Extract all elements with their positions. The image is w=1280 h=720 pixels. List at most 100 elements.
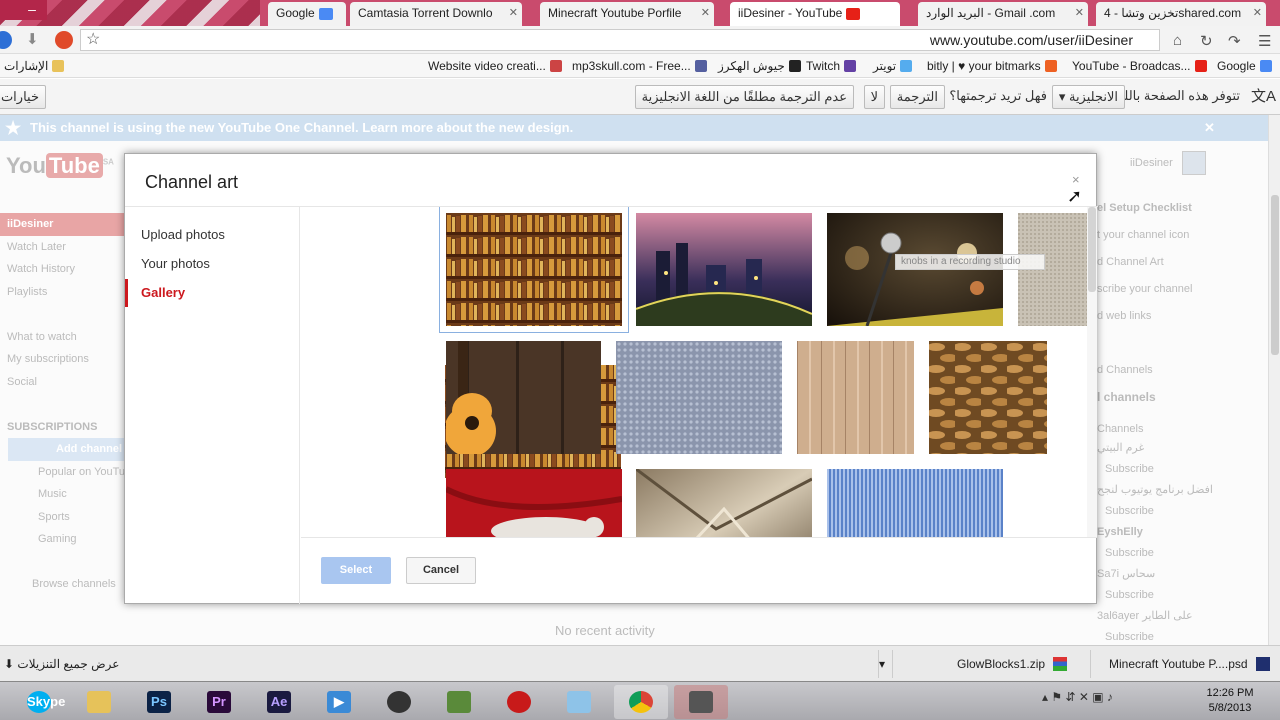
guide-item[interactable]: My subscriptions bbox=[0, 348, 125, 371]
download-icon[interactable]: ⬇ bbox=[26, 30, 39, 48]
channel-name[interactable]: Sa7i سحاس bbox=[1097, 565, 1217, 583]
nav-your-photos[interactable]: Your photos bbox=[141, 256, 210, 271]
taskbar-notes[interactable] bbox=[552, 685, 606, 719]
tab-camtasia[interactable]: Camtasia Torrent Downlo ✕ bbox=[350, 2, 522, 26]
youtube-logo[interactable]: You Tube SA bbox=[6, 153, 114, 179]
taskbar-clock[interactable]: 12:26 PM 5/8/2013 bbox=[1200, 686, 1260, 716]
cancel-button[interactable]: Cancel bbox=[406, 557, 476, 584]
taskbar-photoshop[interactable]: Ps bbox=[132, 685, 186, 719]
subscribe-button[interactable]: Subscribe bbox=[1097, 541, 1217, 565]
bookmark-item[interactable]: Twitch bbox=[806, 54, 857, 78]
bookmark-item[interactable]: Google bbox=[1217, 54, 1272, 78]
bookmark-item[interactable]: mp3skull.com - Free... bbox=[572, 54, 707, 78]
thumb-wood-planks[interactable] bbox=[797, 341, 914, 454]
scrollbar-thumb[interactable] bbox=[1271, 195, 1279, 355]
tab-youtube-active[interactable]: iiDesiner - YouTube bbox=[730, 2, 900, 26]
bookmark-item[interactable]: Website video creati... bbox=[428, 54, 562, 78]
nav-upload-photos[interactable]: Upload photos bbox=[141, 227, 225, 242]
tab-minecraft[interactable]: Minecraft Youtube Porfile ✕ bbox=[540, 2, 714, 26]
add-channel-button[interactable]: Add channel bbox=[8, 438, 125, 461]
taskbar-after-effects[interactable]: Ae bbox=[252, 685, 306, 719]
tab-close-icon[interactable]: ✕ bbox=[701, 2, 710, 24]
checklist-item[interactable]: d web links bbox=[1097, 303, 1217, 330]
window-minimize-button[interactable]: – bbox=[17, 0, 47, 20]
browse-channels-link[interactable]: Browse channels bbox=[0, 573, 125, 596]
taskbar-premiere[interactable]: Pr bbox=[192, 685, 246, 719]
stop-icon[interactable] bbox=[55, 31, 73, 49]
dialog-close-icon[interactable]: × bbox=[1072, 172, 1080, 187]
taskbar-skype[interactable]: Skype bbox=[12, 685, 66, 719]
download-arrow-icon[interactable]: ▾ bbox=[878, 650, 890, 678]
subscribe-button[interactable]: Subscribe bbox=[1097, 583, 1217, 607]
channel-name[interactable]: افضل برنامج يوتيوب لنجح bbox=[1097, 481, 1217, 499]
nav-gallery[interactable]: Gallery bbox=[141, 285, 185, 300]
gallery-scrollbar[interactable] bbox=[1087, 207, 1097, 537]
address-bar[interactable]: www.youtube.com/user/iiDesiner bbox=[80, 29, 1160, 51]
guide-item[interactable]: Social bbox=[0, 371, 125, 394]
bookmark-item[interactable]: bitly | ♥ your bitmarks bbox=[927, 54, 1057, 78]
tab-4shared[interactable]: تخزين وتشا - 4shared.com ✕ bbox=[1096, 2, 1266, 26]
guide-item-channel[interactable]: iiDesiner bbox=[0, 213, 125, 236]
account-name[interactable]: iiDesiner bbox=[1130, 157, 1173, 169]
thumb-bookshelf[interactable] bbox=[439, 207, 629, 333]
menu-icon[interactable]: ☰ bbox=[1258, 32, 1271, 50]
download-item[interactable]: GlowBlocks1.zip bbox=[892, 650, 1072, 678]
tab-close-icon[interactable]: ✕ bbox=[509, 2, 518, 24]
download-item[interactable]: Minecraft Youtube P....psd bbox=[1090, 650, 1272, 678]
bookmark-item[interactable]: جيوش الهكرز bbox=[718, 54, 801, 78]
translate-button[interactable]: الترجمة bbox=[889, 85, 945, 109]
guide-item[interactable]: Popular on YouTube bbox=[0, 461, 125, 484]
taskbar-red-app[interactable] bbox=[492, 685, 546, 719]
avatar[interactable] bbox=[1182, 151, 1206, 175]
guide-item[interactable]: Watch Later bbox=[0, 236, 125, 259]
guide-item[interactable]: Sports bbox=[0, 506, 125, 529]
page-scrollbar[interactable] bbox=[1268, 115, 1280, 645]
guide-item[interactable]: Watch History bbox=[0, 258, 125, 281]
channel-name[interactable]: 3al6ayer على الطاير bbox=[1097, 607, 1217, 625]
system-tray[interactable]: ▴ ⚑ ⇵ ✕ ▣ ♪ bbox=[1042, 690, 1113, 704]
home-icon[interactable]: ⌂ bbox=[1173, 32, 1182, 49]
tab-google[interactable]: Google bbox=[268, 2, 346, 26]
bookmark-item[interactable]: تويتر bbox=[873, 54, 913, 78]
reload-icon[interactable]: ↻ bbox=[1200, 32, 1213, 50]
gallery-scrollbar-thumb[interactable] bbox=[1088, 207, 1096, 292]
thumb-woven-basket[interactable] bbox=[929, 341, 1047, 454]
checklist-item[interactable]: scribe your channel bbox=[1097, 276, 1217, 303]
no-translate-button[interactable]: لا bbox=[863, 85, 885, 109]
guide-item[interactable]: Gaming bbox=[0, 528, 125, 551]
tab-close-icon[interactable]: ✕ bbox=[1075, 2, 1084, 24]
thumb-metal-mesh[interactable] bbox=[616, 341, 782, 454]
notice-close-icon[interactable]: ✕ bbox=[1204, 115, 1215, 141]
thumb-red-blanket-cat[interactable] bbox=[446, 469, 622, 537]
tab-close-icon[interactable]: ✕ bbox=[1253, 2, 1262, 24]
checklist-item[interactable]: t your channel icon bbox=[1097, 222, 1217, 249]
thumb-blue-ribbed[interactable] bbox=[827, 469, 1003, 537]
tab-gmail[interactable]: البريد الوارد - Gmail .com ✕ bbox=[918, 2, 1088, 26]
thumb-paper-folds[interactable] bbox=[636, 469, 812, 537]
show-all-downloads-link[interactable]: عرض جميع التنزيلات ⬇ bbox=[0, 650, 119, 678]
guide-item[interactable]: Playlists bbox=[0, 281, 125, 304]
bookmark-star-icon[interactable]: ☆ bbox=[86, 29, 100, 49]
back-icon[interactable] bbox=[0, 31, 12, 49]
checklist-item[interactable]: d Channel Art bbox=[1097, 249, 1217, 276]
channel-name[interactable]: EyshElly bbox=[1097, 523, 1217, 541]
forward-icon[interactable]: ↷ bbox=[1228, 32, 1241, 50]
bookmark-folder[interactable]: الإشارات bbox=[4, 54, 65, 78]
guide-item[interactable]: What to watch bbox=[0, 326, 125, 349]
language-select[interactable]: الانجليزية ▾ bbox=[1051, 85, 1125, 109]
thumb-guitar[interactable] bbox=[446, 341, 601, 454]
guide-item[interactable]: Music bbox=[0, 483, 125, 506]
taskbar-tools[interactable] bbox=[674, 685, 728, 719]
never-translate-button[interactable]: عدم الترجمة مطلقًا من اللغة الانجليزية bbox=[634, 85, 854, 109]
subscribe-button[interactable]: Subscribe bbox=[1097, 499, 1217, 523]
taskbar-camtasia[interactable] bbox=[372, 685, 426, 719]
taskbar-explorer[interactable] bbox=[72, 685, 126, 719]
taskbar-minecraft[interactable] bbox=[432, 685, 486, 719]
taskbar-media-player[interactable]: ▶ bbox=[312, 685, 366, 719]
options-button[interactable]: خيارات bbox=[0, 85, 46, 109]
select-button[interactable]: Select bbox=[321, 557, 391, 584]
bookmark-item[interactable]: YouTube - Broadcas... bbox=[1072, 54, 1207, 78]
add-channels-button[interactable]: l channels bbox=[1097, 384, 1217, 411]
channel-name[interactable]: غرم البيتي bbox=[1097, 439, 1217, 457]
subscribe-button[interactable]: Subscribe bbox=[1097, 457, 1217, 481]
